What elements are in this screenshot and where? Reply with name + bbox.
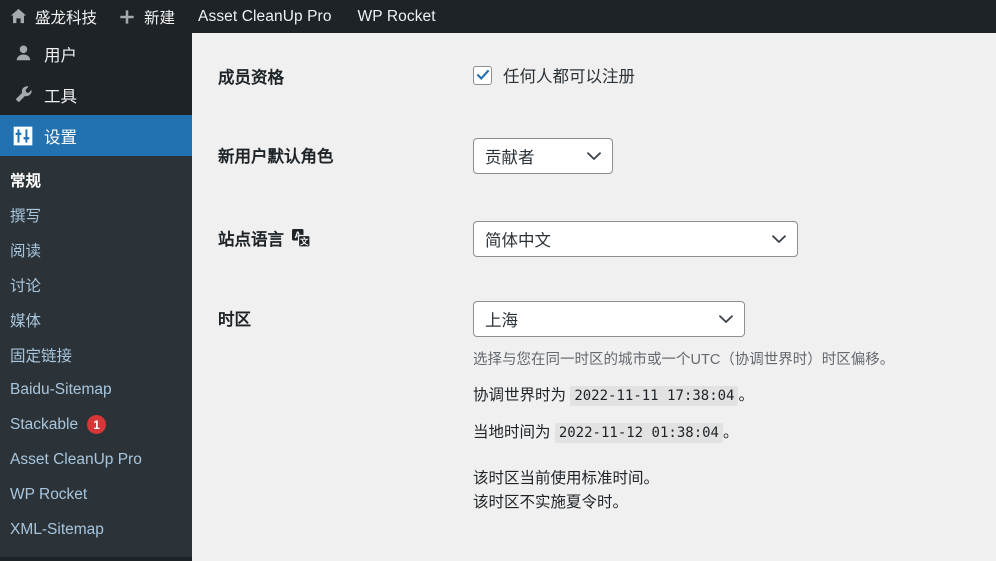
sidebar-item-users[interactable]: 用户 bbox=[0, 33, 192, 74]
settings-submenu: 常规 撰写 阅读 讨论 媒体 固定链接 Baidu-Sitemap Stacka… bbox=[0, 156, 192, 557]
timezone-notes: 该时区当前使用标准时间。 该时区不实施夏令时。 bbox=[473, 467, 996, 515]
row-site-language: 站点语言 A 文 简体中文 bbox=[192, 219, 996, 257]
timezone-utc-time: 2022-11-11 17:38:04 bbox=[570, 385, 739, 406]
submenu-item-wp-rocket[interactable]: WP Rocket bbox=[0, 477, 192, 512]
membership-label: 成员资格 bbox=[218, 69, 284, 87]
sidebar-item-settings[interactable]: 设置 bbox=[0, 115, 200, 156]
adminbar-item-wp-rocket[interactable]: WP Rocket bbox=[345, 0, 449, 33]
user-icon bbox=[10, 43, 36, 64]
submenu-item-general-label: 常规 bbox=[10, 172, 42, 190]
submenu-item-xml-sitemap[interactable]: XML-Sitemap bbox=[0, 512, 192, 547]
submenu-item-stackable-label: Stackable bbox=[10, 415, 79, 433]
adminbar-new-content[interactable]: 新建 bbox=[107, 0, 185, 33]
submenu-item-reading[interactable]: 阅读 bbox=[0, 232, 192, 267]
site-language-value: 简体中文 bbox=[485, 232, 551, 250]
membership-field: 任何人都可以注册 bbox=[473, 57, 996, 87]
membership-checkbox-label: 任何人都可以注册 bbox=[503, 68, 635, 86]
timezone-utc-suffix: 。 bbox=[738, 386, 754, 404]
timezone-local-suffix: 。 bbox=[722, 423, 739, 441]
submenu-item-asset-cleanup-pro[interactable]: Asset CleanUp Pro bbox=[0, 442, 192, 477]
submenu-item-writing[interactable]: 撰写 bbox=[0, 197, 192, 232]
default-role-select[interactable]: 贡献者 bbox=[473, 138, 613, 174]
timezone-utc-prefix: 协调世界时为 bbox=[473, 386, 567, 404]
timezone-local-prefix: 当地时间为 bbox=[473, 423, 551, 441]
wrench-icon bbox=[10, 84, 36, 105]
membership-checkbox[interactable] bbox=[473, 65, 492, 85]
default-role-label: 新用户默认角色 bbox=[218, 148, 334, 166]
home-icon bbox=[8, 7, 28, 27]
chevron-down-icon bbox=[719, 315, 733, 323]
checkmark-icon bbox=[476, 69, 489, 81]
translation-icon: A 文 bbox=[291, 228, 311, 248]
submenu-item-media-label: 媒体 bbox=[10, 312, 42, 330]
svg-text:文: 文 bbox=[300, 237, 309, 247]
timezone-select[interactable]: 上海 bbox=[473, 301, 745, 337]
submenu-item-permalinks[interactable]: 固定链接 bbox=[0, 337, 192, 372]
site-language-label: 站点语言 A 文 bbox=[218, 219, 473, 250]
default-role-value: 贡献者 bbox=[485, 149, 535, 167]
timezone-standard-note: 该时区当前使用标准时间。 bbox=[473, 470, 660, 488]
timezone-value: 上海 bbox=[485, 312, 518, 330]
adminbar-new-label: 新建 bbox=[144, 9, 176, 27]
wordpress-admin-screen: 盛龙科技 新建 Asset CleanUp Pro WP Rocket 用户 工… bbox=[0, 0, 996, 561]
timezone-utc-line: 协调世界时为 2022-11-11 17:38:04。 bbox=[473, 384, 996, 409]
submenu-item-reading-label: 阅读 bbox=[10, 242, 42, 260]
chevron-down-icon bbox=[587, 152, 601, 160]
submenu-item-writing-label: 撰写 bbox=[10, 207, 42, 225]
settings-sliders-icon bbox=[10, 125, 36, 147]
timezone-field: 上海 选择与您在同一时区的城市或一个UTC（协调世界时）时区偏移。 协调世界时为… bbox=[473, 299, 996, 515]
submenu-item-asset-cleanup-pro-label: Asset CleanUp Pro bbox=[10, 450, 142, 468]
admin-sidebar: 用户 工具 设置 常规 撰写 阅读 讨论 媒体 固定链接 Baidu-Sitem… bbox=[0, 33, 200, 561]
sidebar-item-users-label: 用户 bbox=[44, 46, 77, 65]
timezone-label: 时区 bbox=[218, 311, 251, 329]
row-membership: 成员资格 任何人都可以注册 bbox=[192, 57, 996, 88]
settings-content: 成员资格 任何人都可以注册 新用户默认角色 贡献者 站点语言 A 文 简体中文 … bbox=[192, 33, 996, 561]
submenu-item-general[interactable]: 常规 bbox=[0, 162, 192, 197]
timezone-dst-note: 该时区不实施夏令时。 bbox=[473, 494, 629, 512]
submenu-item-baidu-sitemap[interactable]: Baidu-Sitemap bbox=[0, 372, 192, 407]
row-default-role: 新用户默认角色 贡献者 bbox=[192, 136, 996, 174]
site-language-label-text: 站点语言 bbox=[218, 231, 284, 249]
stackable-update-badge: 1 bbox=[87, 415, 107, 434]
sidebar-item-tools-label: 工具 bbox=[44, 87, 77, 106]
default-role-field: 贡献者 bbox=[473, 136, 996, 174]
submenu-item-permalinks-label: 固定链接 bbox=[10, 347, 73, 365]
submenu-item-discussion[interactable]: 讨论 bbox=[0, 267, 192, 302]
site-language-field: 简体中文 bbox=[473, 219, 996, 257]
site-language-select[interactable]: 简体中文 bbox=[473, 221, 798, 257]
submenu-item-baidu-sitemap-label: Baidu-Sitemap bbox=[10, 380, 112, 398]
timezone-local-time: 2022-11-12 01:38:04 bbox=[554, 422, 723, 443]
submenu-item-media[interactable]: 媒体 bbox=[0, 302, 192, 337]
submenu-item-discussion-label: 讨论 bbox=[10, 277, 42, 295]
submenu-item-xml-sitemap-label: XML-Sitemap bbox=[10, 520, 104, 538]
adminbar-site-name-label: 盛龙科技 bbox=[35, 9, 98, 27]
sidebar-item-settings-label: 设置 bbox=[44, 128, 77, 147]
timezone-local-line: 当地时间为 2022-11-12 01:38:04。 bbox=[473, 421, 996, 446]
adminbar-item-asset-cleanup-pro[interactable]: Asset CleanUp Pro bbox=[185, 0, 345, 33]
plus-icon bbox=[117, 7, 137, 27]
admin-bar: 盛龙科技 新建 Asset CleanUp Pro WP Rocket bbox=[0, 0, 996, 33]
row-timezone: 时区 上海 选择与您在同一时区的城市或一个UTC（协调世界时）时区偏移。 协调世… bbox=[192, 299, 996, 515]
general-settings-form: 成员资格 任何人都可以注册 新用户默认角色 贡献者 站点语言 A 文 简体中文 … bbox=[192, 33, 996, 515]
adminbar-site-name[interactable]: 盛龙科技 bbox=[0, 0, 107, 33]
timezone-description: 选择与您在同一时区的城市或一个UTC（协调世界时）时区偏移。 bbox=[473, 352, 895, 368]
submenu-item-wp-rocket-label: WP Rocket bbox=[10, 485, 88, 503]
chevron-down-icon bbox=[772, 235, 786, 243]
sidebar-item-tools[interactable]: 工具 bbox=[0, 74, 192, 115]
submenu-item-stackable[interactable]: Stackable 1 bbox=[0, 407, 192, 442]
